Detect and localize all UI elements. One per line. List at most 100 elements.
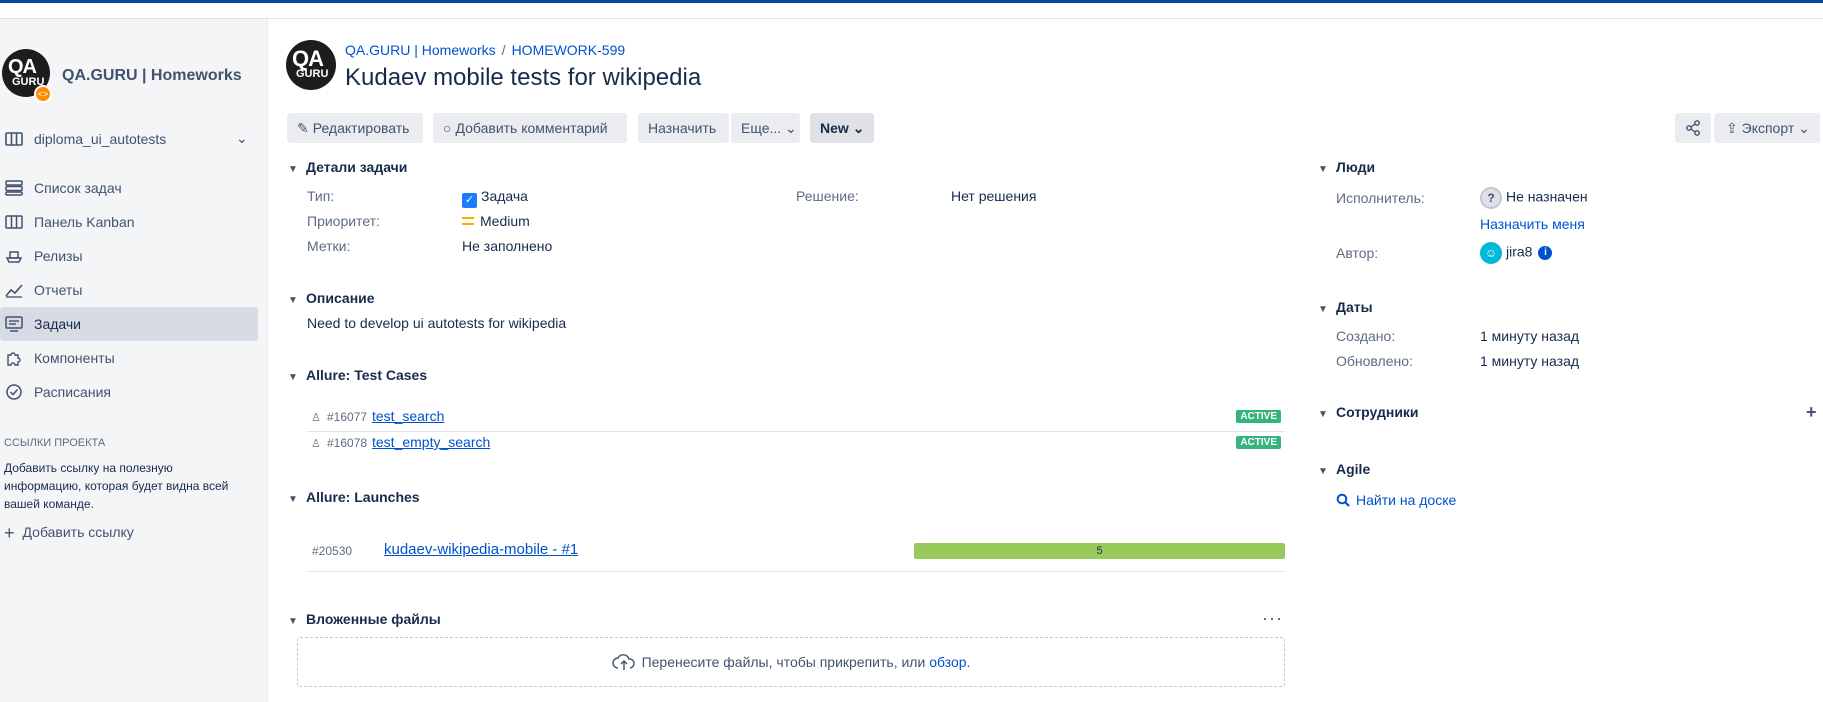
sidebar-item-label: Релизы bbox=[34, 248, 83, 264]
export-icon: ⇪ bbox=[1726, 120, 1738, 136]
sidebar-item-schedules[interactable]: Расписания bbox=[0, 375, 258, 409]
sidebar-item-label: Компоненты bbox=[34, 350, 115, 366]
issue-title[interactable]: Kudaev mobile tests for wikipedia bbox=[345, 64, 701, 92]
sidebar-item-components[interactable]: Компоненты bbox=[0, 341, 258, 375]
header-divider bbox=[0, 18, 1823, 19]
share-icon bbox=[1686, 120, 1700, 136]
labels-value[interactable]: Не заполнено bbox=[462, 238, 552, 254]
project-links-heading: ССЫЛКИ ПРОЕКТА bbox=[4, 437, 106, 449]
edit-button[interactable]: ✎ Редактировать bbox=[287, 113, 423, 143]
description-title: Описание bbox=[306, 290, 375, 306]
pencil-icon: ✎ bbox=[297, 120, 309, 136]
puzzle-icon bbox=[7, 352, 21, 366]
assignee-text: Не назначен bbox=[1506, 188, 1588, 205]
breadcrumb-separator: / bbox=[501, 42, 506, 58]
file-dropzone[interactable]: Перенесите файлы, чтобы прикрепить, или … bbox=[297, 637, 1285, 687]
share-button[interactable] bbox=[1675, 113, 1711, 143]
schedule-icon bbox=[6, 384, 22, 400]
priority-value: Medium bbox=[462, 213, 530, 229]
people-section-toggle[interactable]: ▼ Люди bbox=[1318, 159, 1375, 175]
launch-link[interactable]: kudaev-wikipedia-mobile - #1 bbox=[384, 541, 578, 558]
edit-label: Редактировать bbox=[312, 120, 410, 136]
avatar: ☺ bbox=[1480, 242, 1502, 264]
watchers-title: Сотрудники bbox=[1336, 404, 1419, 420]
labels-label: Метки: bbox=[307, 238, 351, 254]
chevron-down-icon: ⌄ bbox=[1798, 120, 1810, 136]
comment-icon: ○ bbox=[443, 120, 452, 136]
breadcrumb: QA.GURU | Homeworks / HOMEWORK-599 bbox=[345, 42, 625, 58]
resolution-label: Решение: bbox=[796, 188, 859, 204]
chevron-down-icon: ▼ bbox=[288, 295, 298, 306]
chevron-down-icon: ▼ bbox=[1318, 409, 1328, 420]
issue-project-avatar[interactable]: QA GURU bbox=[286, 40, 336, 90]
project-name[interactable]: QA.GURU | Homeworks bbox=[62, 67, 242, 85]
sidebar-item-releases[interactable]: Релизы bbox=[0, 239, 258, 273]
details-section-toggle[interactable]: ▼ Детали задачи bbox=[288, 159, 407, 175]
sidebar-nav: Список задач Панель Kanban Релизы Отчеты… bbox=[0, 171, 268, 409]
add-link-button[interactable]: + Добавить ссылку bbox=[4, 523, 134, 544]
description-text[interactable]: Need to develop ui autotests for wikiped… bbox=[307, 315, 566, 331]
board-selector[interactable]: diploma_ui_autotests ⌄ bbox=[0, 119, 268, 159]
dates-title: Даты bbox=[1336, 299, 1373, 315]
test-case-row: ♙ #16077 test_search ACTIVE bbox=[307, 405, 1285, 431]
assign-button[interactable]: Назначить bbox=[638, 113, 729, 143]
task-type-icon: ✓ bbox=[462, 193, 477, 208]
status-badge: ACTIVE bbox=[1236, 410, 1281, 423]
created-label: Создано: bbox=[1336, 328, 1396, 344]
issues-icon bbox=[5, 316, 23, 332]
sidebar-item-backlog[interactable]: Список задач bbox=[0, 171, 258, 205]
sidebar-item-issues[interactable]: Задачи bbox=[0, 307, 258, 341]
project-links-hint: Добавить ссылку на полезную информацию, … bbox=[4, 461, 229, 511]
add-link-label: Добавить ссылку bbox=[22, 524, 134, 540]
sidebar-item-label: Отчеты bbox=[34, 282, 83, 298]
browse-link[interactable]: обзор. bbox=[929, 654, 970, 670]
add-comment-button[interactable]: ○ Добавить комментарий bbox=[433, 113, 627, 143]
export-button[interactable]: ⇪ Экспорт ⌄ bbox=[1714, 113, 1820, 143]
agile-section-toggle[interactable]: ▼ Agile bbox=[1318, 461, 1370, 477]
cloud-upload-icon bbox=[611, 654, 635, 670]
test-case-link[interactable]: test_search bbox=[372, 408, 444, 424]
more-actions-button[interactable]: Еще... ⌄ bbox=[731, 113, 800, 143]
logo-text-top: QA bbox=[8, 56, 37, 78]
people-title: Люди bbox=[1336, 159, 1376, 175]
reporter-label: Автор: bbox=[1336, 245, 1379, 261]
type-value: ✓ Задача bbox=[462, 188, 528, 208]
chevron-down-icon: ▼ bbox=[1318, 304, 1328, 315]
agile-title: Agile bbox=[1336, 461, 1371, 477]
project-header: QA GURU <> QA.GURU | Homeworks bbox=[0, 35, 268, 103]
sidebar-item-label: Задачи bbox=[34, 316, 82, 332]
dates-section-toggle[interactable]: ▼ Даты bbox=[1318, 299, 1373, 315]
updated-value: 1 минуту назад bbox=[1480, 353, 1580, 369]
watchers-section-toggle[interactable]: ▼ Сотрудники bbox=[1318, 404, 1419, 420]
board-icon bbox=[5, 132, 23, 146]
assign-to-me-link[interactable]: Назначить меня bbox=[1480, 216, 1585, 232]
updated-label: Обновлено: bbox=[1336, 353, 1413, 369]
user-icon: ♙ bbox=[311, 438, 321, 450]
sidebar-item-label: Список задач bbox=[34, 180, 122, 196]
comment-label: Добавить комментарий bbox=[455, 120, 608, 136]
breadcrumb-project-link[interactable]: QA.GURU | Homeworks bbox=[345, 42, 496, 58]
chevron-down-icon: ▼ bbox=[288, 616, 298, 627]
info-icon[interactable]: i bbox=[1538, 246, 1553, 260]
launches-title: Allure: Launches bbox=[306, 489, 420, 505]
assignee-value[interactable]: ? Не назначен bbox=[1480, 187, 1588, 209]
launch-result-bar[interactable]: 5 bbox=[914, 543, 1285, 559]
more-options-icon[interactable]: ··· bbox=[1262, 608, 1283, 629]
attachments-section-toggle[interactable]: ▼ Вложенные файлы bbox=[288, 611, 441, 627]
launches-section-toggle[interactable]: ▼ Allure: Launches bbox=[288, 489, 420, 505]
test-cases-section-toggle[interactable]: ▼ Allure: Test Cases bbox=[288, 367, 427, 383]
reporter-value[interactable]: ☺ jira8 i bbox=[1480, 242, 1553, 264]
details-title: Детали задачи bbox=[306, 159, 408, 175]
reporter-text: jira8 bbox=[1506, 243, 1533, 260]
test-case-link[interactable]: test_empty_search bbox=[372, 434, 490, 450]
description-section-toggle[interactable]: ▼ Описание bbox=[288, 290, 375, 306]
add-watcher-plus-icon[interactable]: + bbox=[1806, 402, 1817, 423]
find-on-board-link[interactable]: Найти на доске bbox=[1336, 492, 1456, 508]
chevron-down-icon: ▼ bbox=[288, 164, 298, 175]
list-icon bbox=[5, 180, 23, 196]
sidebar-item-kanban[interactable]: Панель Kanban bbox=[0, 205, 258, 239]
chart-icon bbox=[5, 284, 23, 298]
sidebar-item-reports[interactable]: Отчеты bbox=[0, 273, 258, 307]
workflow-status-button[interactable]: New ⌄ bbox=[810, 113, 874, 143]
breadcrumb-issue-link[interactable]: HOMEWORK-599 bbox=[512, 42, 626, 58]
